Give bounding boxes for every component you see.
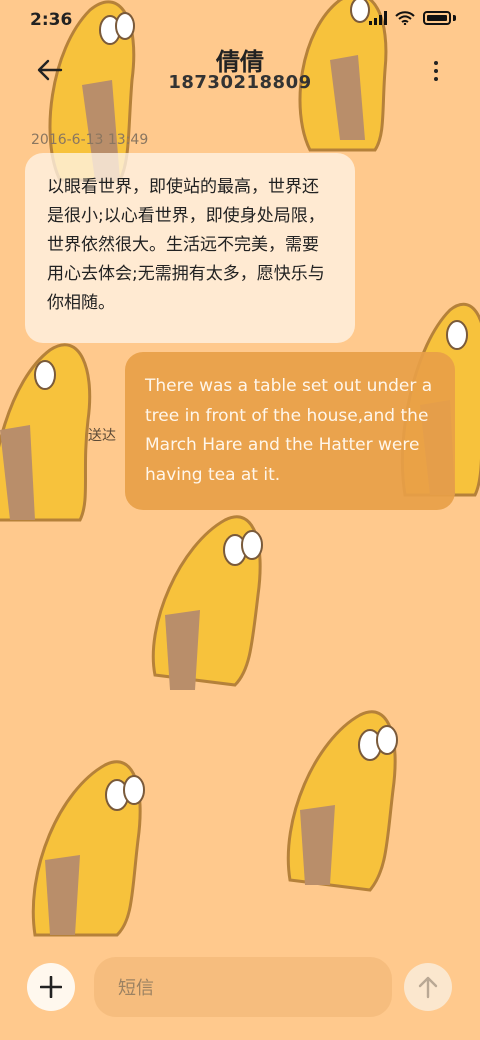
wallpaper-slug-5 xyxy=(151,515,263,690)
message-timestamp: 2016-6-13 13:49 xyxy=(31,132,149,148)
status-bar: 2:36 xyxy=(0,0,480,40)
received-message-text: 以眼看世界，即使站的最高，世界还是很小;以心看世界，即使身处局限，世界依然很大。… xyxy=(47,177,325,313)
plus-icon xyxy=(40,976,62,998)
message-input[interactable]: 短信 xyxy=(94,957,392,1017)
signal-icon xyxy=(369,11,387,25)
send-button[interactable] xyxy=(404,963,452,1011)
sent-message-text: There was a table set out under a tree i… xyxy=(145,376,433,485)
battery-tip xyxy=(453,15,456,21)
add-attachment-button[interactable] xyxy=(27,963,75,1011)
wallpaper-slug-6 xyxy=(286,710,398,892)
more-dot xyxy=(434,69,438,73)
wallpaper-slug-7 xyxy=(31,760,145,937)
status-icons xyxy=(369,11,456,25)
contact-number: 18730218809 xyxy=(168,72,312,93)
delivery-status: 送达 xyxy=(88,428,116,444)
wifi-icon xyxy=(395,11,415,25)
more-vertical-icon xyxy=(434,61,438,65)
status-time: 2:36 xyxy=(30,10,73,30)
conversation-header: 倩倩 18730218809 xyxy=(0,40,480,100)
message-input-placeholder: 短信 xyxy=(118,978,154,999)
arrow-up-icon xyxy=(418,976,438,999)
sent-message-bubble[interactable]: There was a table set out under a tree i… xyxy=(125,352,455,510)
more-dot xyxy=(434,77,438,81)
received-message-bubble[interactable]: 以眼看世界，即使站的最高，世界还是很小;以心看世界，即使身处局限，世界依然很大。… xyxy=(25,153,355,343)
more-options-button[interactable] xyxy=(428,54,444,88)
battery-icon xyxy=(423,11,451,25)
